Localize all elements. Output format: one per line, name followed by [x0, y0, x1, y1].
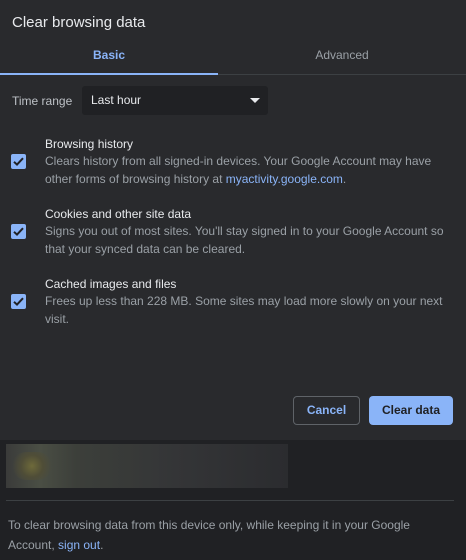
clear-browsing-data-dialog: Clear browsing data Basic Advanced Time …: [0, 0, 466, 440]
cookies-checkbox[interactable]: [11, 224, 26, 239]
option-title: Browsing history: [45, 137, 134, 151]
account-info-blurred: [6, 444, 288, 488]
tab-bar: Basic Advanced: [0, 42, 466, 75]
option-description: Clears history from all signed-in device…: [45, 152, 455, 188]
tab-advanced[interactable]: Advanced: [218, 42, 466, 73]
myactivity-link[interactable]: myactivity.google.com: [226, 172, 343, 186]
tab-basic[interactable]: Basic: [0, 42, 218, 75]
dropdown-arrow-icon: [250, 98, 260, 103]
footer-text-end: .: [100, 538, 104, 552]
cancel-button[interactable]: Cancel: [293, 396, 360, 425]
option-description: Frees up less than 228 MB. Some sites ma…: [45, 294, 443, 326]
dialog-title: Clear browsing data: [12, 14, 146, 31]
divider: [6, 500, 454, 501]
browsing-history-checkbox[interactable]: [11, 154, 26, 169]
time-range-select[interactable]: Last hour: [82, 86, 268, 115]
time-range-value: Last hour: [91, 93, 142, 107]
option-title: Cached images and files: [45, 277, 177, 291]
option-title: Cookies and other site data: [45, 207, 192, 221]
checkmark-icon: [13, 227, 24, 237]
description-text-end: .: [342, 172, 347, 186]
sign-out-note: To clear browsing data from this device …: [8, 515, 448, 555]
cached-images-checkbox[interactable]: [11, 294, 26, 309]
avatar: [12, 452, 52, 480]
clear-data-button[interactable]: Clear data: [369, 396, 453, 425]
sign-out-link[interactable]: sign out: [58, 538, 100, 552]
checkmark-icon: [13, 157, 24, 167]
option-description: Signs you out of most sites. You'll stay…: [45, 224, 444, 256]
checkmark-icon: [13, 297, 24, 307]
time-range-label: Time range: [12, 94, 73, 108]
